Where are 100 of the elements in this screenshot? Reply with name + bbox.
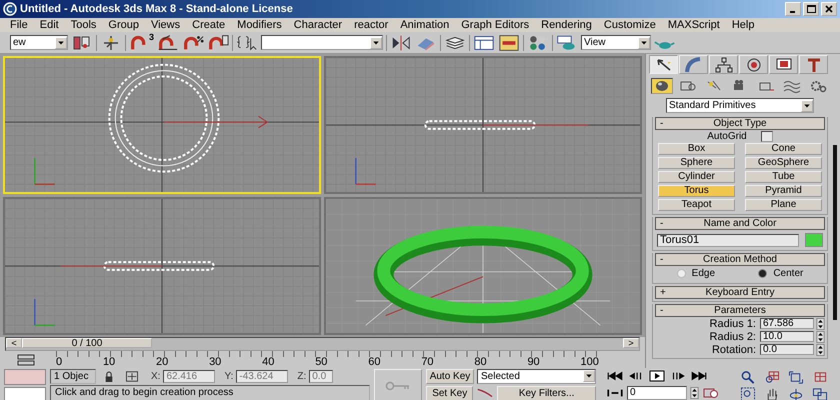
play-icon[interactable]: [648, 370, 666, 382]
auto-key-button[interactable]: Auto Key: [426, 368, 474, 384]
rollout-header[interactable]: - Creation Method: [655, 253, 825, 266]
z-coordinate-field[interactable]: 0.0: [309, 370, 334, 382]
primitive-button[interactable]: Plane: [745, 199, 822, 211]
previous-frame-button[interactable]: <: [6, 338, 22, 348]
go-to-start-icon[interactable]: [606, 370, 624, 382]
menu-item[interactable]: Character: [294, 19, 342, 31]
autogrid-checkbox[interactable]: [760, 130, 773, 142]
display-tab[interactable]: [769, 55, 798, 74]
object-name-field[interactable]: Torus01: [657, 234, 799, 246]
radio-option[interactable]: Center: [758, 268, 804, 279]
maximize-button[interactable]: [803, 2, 819, 16]
menu-item[interactable]: MAXScript: [668, 19, 720, 31]
menu-item[interactable]: Modifiers: [237, 19, 282, 31]
close-button[interactable]: [821, 2, 837, 16]
menu-item[interactable]: Animation: [400, 19, 450, 31]
view-dropdown[interactable]: View: [581, 35, 652, 50]
menu-item[interactable]: Rendering: [541, 19, 592, 31]
parameter-label: Rotation:: [712, 344, 756, 356]
menu-item[interactable]: File: [10, 19, 28, 31]
primitive-button[interactable]: Box: [658, 143, 735, 155]
menu-item[interactable]: reactor: [354, 19, 388, 31]
create-tab[interactable]: [649, 55, 678, 74]
spinner-icon[interactable]: [816, 344, 825, 356]
object-color-swatch[interactable]: [805, 233, 823, 247]
x-coordinate-field[interactable]: 62.416: [163, 370, 216, 382]
radio-button[interactable]: [676, 269, 686, 278]
named-selection-field[interactable]: [261, 35, 384, 50]
menu-item[interactable]: Group: [108, 19, 139, 31]
parameter-field[interactable]: 67.586: [760, 318, 814, 329]
percent-snap-icon[interactable]: [182, 34, 204, 52]
primitive-button[interactable]: Cylinder: [658, 171, 735, 183]
maximize-viewport-icon[interactable]: [812, 387, 828, 400]
menu-item[interactable]: Help: [732, 19, 754, 31]
mirror-icon[interactable]: [390, 34, 412, 52]
lock-icon[interactable]: [103, 370, 115, 382]
menu-item[interactable]: Customize: [604, 19, 656, 31]
set-key-button[interactable]: Set Key: [426, 386, 474, 400]
primitive-button[interactable]: Tube: [745, 171, 822, 183]
key-mode-icon[interactable]: [606, 387, 624, 399]
spinner-icon[interactable]: [816, 318, 825, 330]
primitive-button[interactable]: Torus: [658, 185, 735, 197]
close-icon: [825, 5, 833, 13]
modify-tab[interactable]: [679, 55, 708, 74]
parameter-field[interactable]: 0.0: [760, 344, 814, 355]
rollout-header[interactable]: - Name and Color: [655, 217, 825, 230]
key-tangent-icon[interactable]: [476, 387, 494, 399]
display-icon: [774, 56, 792, 72]
spacewarps-category-button[interactable]: [781, 78, 803, 94]
edit-named-selection-icon[interactable]: [236, 34, 258, 52]
y-coordinate-field[interactable]: -43.624: [236, 370, 288, 382]
zoom-icon[interactable]: [740, 370, 756, 385]
radio-button[interactable]: [758, 269, 768, 278]
track-bar-icon[interactable]: [16, 354, 36, 366]
menu-item[interactable]: Tools: [70, 19, 96, 31]
schematic-view-icon[interactable]: [498, 34, 520, 52]
track-bar[interactable]: 0 10 20 30 40 50 60 70 80 90 100: [56, 351, 601, 368]
utilities-tab[interactable]: [799, 55, 828, 74]
primitive-button[interactable]: Pyramid: [745, 185, 822, 197]
curve-editor-icon[interactable]: [473, 34, 496, 52]
spinner-snap-icon[interactable]: [207, 34, 230, 52]
menu-item[interactable]: Views: [150, 19, 180, 31]
primitive-button[interactable]: Cone: [745, 143, 822, 155]
next-frame-button[interactable]: >: [623, 338, 639, 348]
primitive-button[interactable]: Sphere: [658, 157, 735, 169]
rollout-header[interactable]: - Parameters: [655, 304, 825, 317]
radio-option[interactable]: Edge: [676, 268, 716, 279]
spinner-icon[interactable]: [816, 330, 825, 342]
current-frame-field[interactable]: 0: [627, 386, 687, 400]
frame-number: 100: [580, 356, 599, 368]
frame-number: 90: [527, 356, 540, 368]
rollout-header[interactable]: + Keyboard Entry: [655, 286, 825, 299]
go-to-end-icon[interactable]: [690, 370, 708, 382]
angle-snap-icon[interactable]: [157, 34, 180, 52]
geometry-category-button[interactable]: [651, 78, 673, 94]
time-configuration-icon[interactable]: [702, 387, 720, 399]
menu-item[interactable]: Edit: [40, 19, 59, 31]
category-dropdown[interactable]: Standard Primitives: [666, 98, 814, 113]
motion-tab[interactable]: [739, 55, 768, 74]
spinner-icon[interactable]: [690, 387, 699, 399]
hierarchy-tab[interactable]: [709, 55, 738, 74]
time-slider-track[interactable]: < 0 / 100 >: [5, 337, 640, 351]
key-mode-dropdown[interactable]: Selected: [477, 368, 596, 384]
zoom-all-icon[interactable]: [764, 370, 780, 385]
primitive-button[interactable]: GeoSphere: [745, 157, 822, 169]
menu-item[interactable]: Create: [192, 19, 226, 31]
time-slider-thumb[interactable]: 0 / 100: [22, 338, 152, 348]
minimize-button[interactable]: [785, 2, 801, 16]
rollout-header[interactable]: - Object Type: [655, 117, 825, 130]
primitive-button[interactable]: Teapot: [658, 199, 735, 211]
key-filters-button[interactable]: Key Filters...: [497, 386, 596, 400]
parameter-field[interactable]: 10.0: [760, 331, 814, 342]
selection-filter-dropdown[interactable]: ew: [10, 35, 68, 50]
orbit-icon[interactable]: [788, 387, 804, 400]
geometry-icon: [653, 79, 671, 93]
zoom-extents-icon[interactable]: [788, 370, 804, 385]
absolute-mode-icon[interactable]: [126, 370, 138, 382]
region-zoom-icon[interactable]: [740, 387, 756, 400]
menu-item[interactable]: Graph Editors: [461, 19, 530, 31]
